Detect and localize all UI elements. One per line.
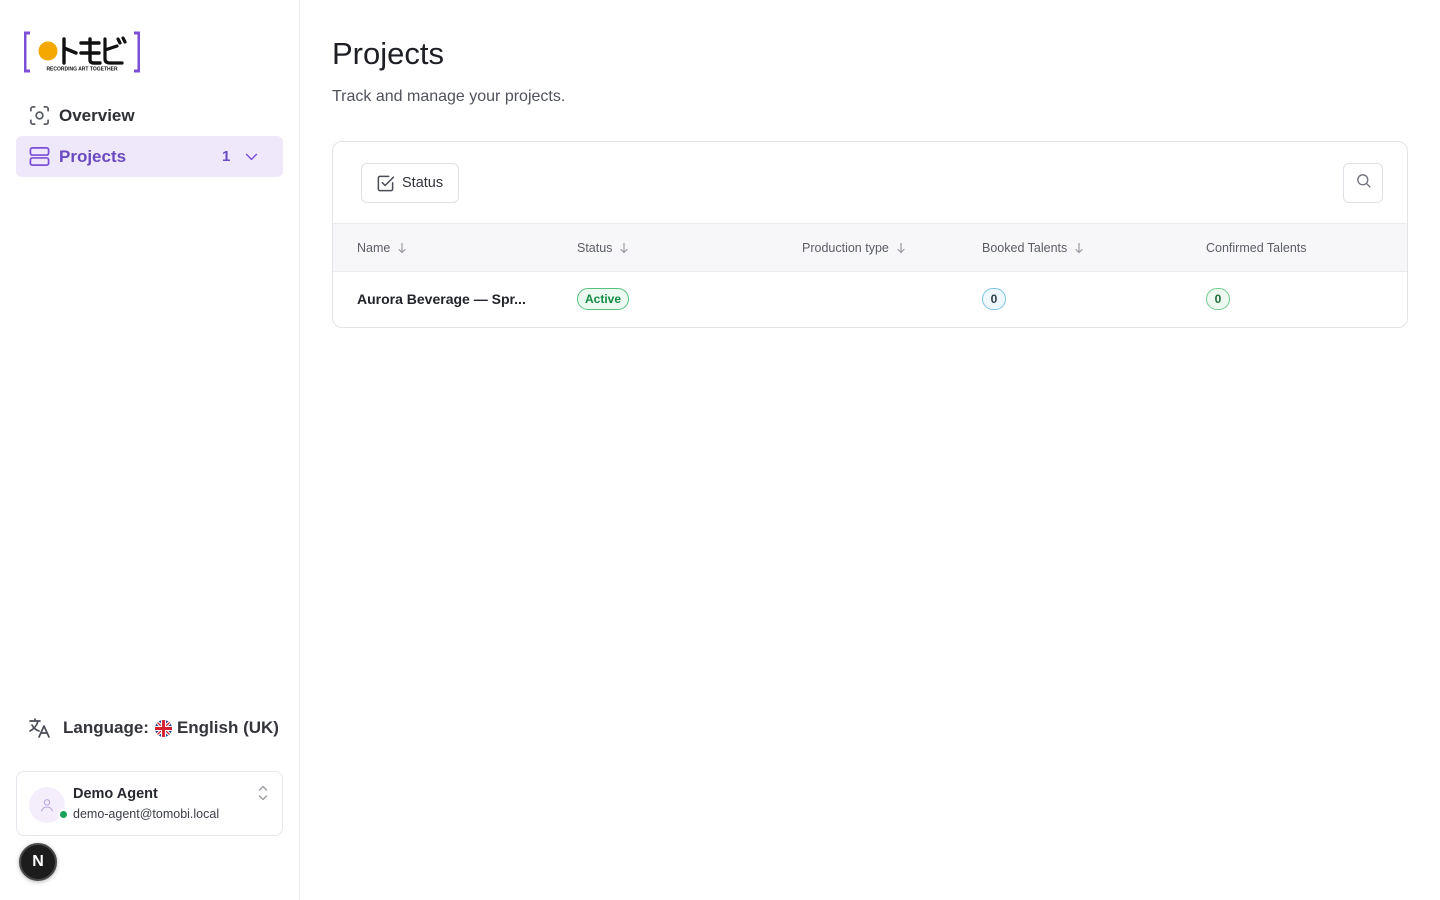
sidebar-item-label: Overview	[59, 105, 135, 125]
column-label: Booked Talents	[982, 241, 1068, 255]
page-title: Projects	[332, 36, 444, 71]
column-header-name[interactable]: Name	[357, 241, 407, 255]
page-subtitle: Track and manage your projects.	[332, 88, 566, 105]
uk-flag-icon	[154, 719, 172, 737]
status-filter-label: Status	[402, 175, 444, 191]
sort-arrow-icon	[896, 242, 906, 254]
column-label: Name	[357, 241, 391, 255]
search-button[interactable]	[1343, 163, 1383, 203]
sidebar-item-label: Projects	[59, 146, 127, 166]
status-badge: Active	[577, 288, 630, 310]
table-header: Name Status Production type Booked Talen…	[333, 223, 1407, 272]
sidebar-item-overview[interactable]: Overview	[16, 95, 283, 136]
language-label: Language:	[63, 718, 149, 737]
column-header-booked-talents[interactable]: Booked Talents	[982, 241, 1084, 255]
sort-arrow-icon	[619, 242, 629, 254]
sidebar: RECORDING ART TOGETHER Overview Projects…	[0, 0, 300, 900]
booked-talents-badge: 0	[982, 288, 1006, 310]
focus-icon	[28, 104, 51, 127]
checkbox-icon	[376, 174, 395, 193]
sort-arrow-icon	[397, 242, 407, 254]
brand-logo[interactable]: RECORDING ART TOGETHER	[23, 31, 141, 73]
column-header-production-type[interactable]: Production type	[802, 241, 906, 255]
projects-count: 1	[222, 148, 231, 165]
column-header-confirmed-talents[interactable]: Confirmed Talents	[1206, 241, 1307, 255]
column-header-status[interactable]: Status	[577, 241, 629, 255]
sidebar-item-projects[interactable]: Projects 1	[16, 136, 283, 177]
column-label: Status	[577, 241, 613, 255]
chevrons-up-down-icon	[256, 784, 270, 802]
search-icon	[1355, 172, 1372, 194]
dev-tools-badge[interactable]: N	[19, 843, 57, 881]
projects-table-card: Status Name Status Production type Booke…	[332, 141, 1408, 328]
project-name-cell[interactable]: Aurora Beverage — Spr...	[357, 291, 526, 307]
sort-arrow-icon	[1074, 242, 1084, 254]
server-icon	[28, 145, 51, 168]
translate-icon	[27, 716, 51, 740]
status-filter-button[interactable]: Status	[361, 163, 459, 203]
column-label: Production type	[802, 241, 889, 255]
table-row[interactable]: Aurora Beverage — Spr... Active 0 0	[333, 272, 1407, 327]
user-name: Demo Agent	[73, 786, 158, 802]
user-email: demo-agent@tomobi.local	[73, 807, 220, 821]
language-selector[interactable]: Language: English (UK)	[27, 714, 279, 742]
column-label: Confirmed Talents	[1206, 241, 1307, 255]
logo-tagline: RECORDING ART TOGETHER	[46, 67, 118, 73]
language-value: English (UK)	[176, 718, 279, 737]
online-status-dot	[58, 809, 69, 820]
confirmed-talents-badge: 0	[1206, 288, 1230, 310]
chevron-down-icon[interactable]	[243, 148, 260, 165]
user-menu[interactable]: Demo Agent demo-agent@tomobi.local	[16, 771, 283, 836]
